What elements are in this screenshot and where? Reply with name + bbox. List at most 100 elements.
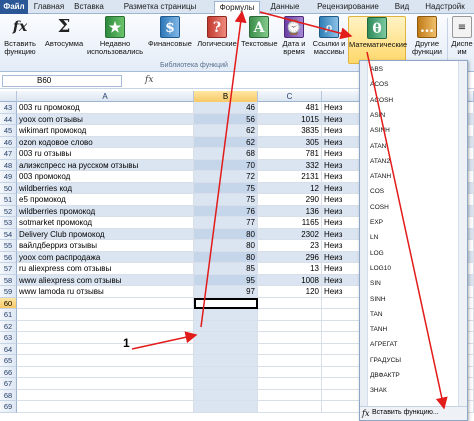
cell-b[interactable] xyxy=(194,401,258,413)
row-number[interactable]: 44 xyxy=(0,113,17,125)
column-header-b[interactable]: B xyxy=(194,91,258,102)
cell-c[interactable]: 296 xyxy=(258,251,322,263)
cell-a[interactable]: 003 ru промокод xyxy=(17,102,194,114)
cell-a[interactable] xyxy=(17,309,194,321)
cell-a[interactable]: ru aliexpress com отзывы xyxy=(17,263,194,275)
cell-a[interactable] xyxy=(17,355,194,367)
cell-a[interactable]: yoox com распродажа xyxy=(17,251,194,263)
cell-b[interactable]: 75 xyxy=(194,182,258,194)
row-number[interactable]: 49 xyxy=(0,171,17,183)
active-cell-b60[interactable] xyxy=(194,297,258,309)
cell-b[interactable]: 80 xyxy=(194,251,258,263)
dropdown-scrollbar[interactable] xyxy=(458,61,467,420)
cell-b[interactable]: 56 xyxy=(194,113,258,125)
row-number[interactable]: 48 xyxy=(0,159,17,171)
cell-c[interactable]: 781 xyxy=(258,148,322,160)
row-number[interactable]: 64 xyxy=(0,343,17,355)
cell-c[interactable] xyxy=(258,378,322,390)
row-number[interactable]: 43 xyxy=(0,102,17,114)
function-menu-item[interactable]: ATANH xyxy=(370,171,391,183)
row-number[interactable]: 69 xyxy=(0,401,17,413)
function-menu-item[interactable]: TANH xyxy=(370,324,387,336)
cell-a[interactable]: wildberries промокод xyxy=(17,205,194,217)
cell-c[interactable] xyxy=(258,389,322,401)
cell-a[interactable]: Delivery Club промокод xyxy=(17,228,194,240)
cell-a[interactable] xyxy=(17,401,194,413)
financial-button[interactable]: $ Финансовые xyxy=(148,16,192,64)
cell-a[interactable] xyxy=(17,378,194,390)
cell-a[interactable]: sotmarket промокод xyxy=(17,217,194,229)
cell-c[interactable]: 12 xyxy=(258,182,322,194)
tab-insert[interactable]: Вставка xyxy=(70,1,108,14)
cell-c[interactable] xyxy=(258,332,322,344)
row-number[interactable]: 54 xyxy=(0,228,17,240)
row-number[interactable]: 57 xyxy=(0,263,17,275)
cell-c[interactable]: 2302 xyxy=(258,228,322,240)
cell-a[interactable] xyxy=(17,332,194,344)
row-number[interactable]: 45 xyxy=(0,125,17,137)
autosum-button[interactable]: Σ Автосумма xyxy=(44,16,84,64)
cell-b[interactable] xyxy=(194,343,258,355)
row-number[interactable]: 50 xyxy=(0,182,17,194)
function-menu-item[interactable]: ACOSH xyxy=(370,95,393,107)
function-menu-item[interactable]: COS xyxy=(370,186,384,198)
math-trig-button[interactable]: θ Математические xyxy=(348,16,407,64)
column-header-c[interactable]: C xyxy=(258,91,322,102)
cell-a[interactable]: 003 промокод xyxy=(17,171,194,183)
cell-c[interactable] xyxy=(258,343,322,355)
cell-b[interactable]: 46 xyxy=(194,102,258,114)
row-number[interactable]: 60 xyxy=(0,297,17,309)
cell-c[interactable] xyxy=(258,366,322,378)
cell-b[interactable]: 62 xyxy=(194,136,258,148)
row-number[interactable]: 47 xyxy=(0,148,17,160)
row-number[interactable]: 59 xyxy=(0,286,17,298)
function-menu-item[interactable]: ATAN2 xyxy=(370,156,390,168)
cell-a[interactable]: yoox com отзывы xyxy=(17,113,194,125)
cell-a[interactable]: 003 ru отзывы xyxy=(17,148,194,160)
function-menu-item[interactable]: ABS xyxy=(370,64,383,76)
cell-c[interactable]: 332 xyxy=(258,159,322,171)
cell-a[interactable] xyxy=(17,297,194,309)
tab-formulas[interactable]: Формулы xyxy=(214,1,260,15)
recently-used-button[interactable]: ★ Недавно использовались xyxy=(86,16,144,64)
cell-a[interactable] xyxy=(17,320,194,332)
more-functions-button[interactable]: … Другие функции xyxy=(410,16,444,64)
tab-file[interactable]: Файл xyxy=(0,0,28,14)
cell-c[interactable] xyxy=(258,320,322,332)
row-number[interactable]: 52 xyxy=(0,205,17,217)
cell-a[interactable]: www aliexpress com отзывы xyxy=(17,274,194,286)
function-menu-item[interactable]: LOG xyxy=(370,248,384,260)
tab-home[interactable]: Главная xyxy=(30,1,68,14)
cell-a[interactable]: www lamoda ru отзывы xyxy=(17,286,194,298)
function-menu-item[interactable]: ASINH xyxy=(370,125,390,137)
row-number[interactable]: 56 xyxy=(0,251,17,263)
row-number[interactable]: 65 xyxy=(0,355,17,367)
cell-b[interactable]: 95 xyxy=(194,274,258,286)
cell-a[interactable]: wikimart промокод xyxy=(17,125,194,137)
name-manager-button[interactable]: ≡ Диспе им xyxy=(450,16,474,64)
cell-a[interactable]: wildberries код xyxy=(17,182,194,194)
column-header-a[interactable]: A xyxy=(17,91,194,102)
row-number[interactable]: 53 xyxy=(0,217,17,229)
cell-b[interactable] xyxy=(194,309,258,321)
function-menu-item[interactable]: COSH xyxy=(370,202,389,214)
row-number[interactable]: 63 xyxy=(0,332,17,344)
cell-b[interactable] xyxy=(194,355,258,367)
cell-c[interactable]: 1165 xyxy=(258,217,322,229)
logical-button[interactable]: ? Логические xyxy=(195,16,239,64)
row-number[interactable]: 66 xyxy=(0,366,17,378)
cell-b[interactable]: 75 xyxy=(194,194,258,206)
function-menu-item[interactable]: ЗНАК xyxy=(370,385,387,397)
cell-b[interactable] xyxy=(194,366,258,378)
function-menu-item[interactable]: АГРЕГАТ xyxy=(370,339,397,351)
lookup-button[interactable]: ⌕ Ссылки и массивы xyxy=(311,16,347,64)
cell-b[interactable]: 80 xyxy=(194,240,258,252)
tab-page-layout[interactable]: Разметка страницы xyxy=(110,1,210,14)
function-menu-item[interactable]: LOG10 xyxy=(370,263,391,275)
cell-b[interactable]: 80 xyxy=(194,228,258,240)
cell-b[interactable]: 76 xyxy=(194,205,258,217)
tab-review[interactable]: Рецензирование xyxy=(308,1,388,14)
cell-b[interactable]: 85 xyxy=(194,263,258,275)
function-menu-item[interactable]: ATAN xyxy=(370,141,386,153)
cell-c[interactable]: 2131 xyxy=(258,171,322,183)
